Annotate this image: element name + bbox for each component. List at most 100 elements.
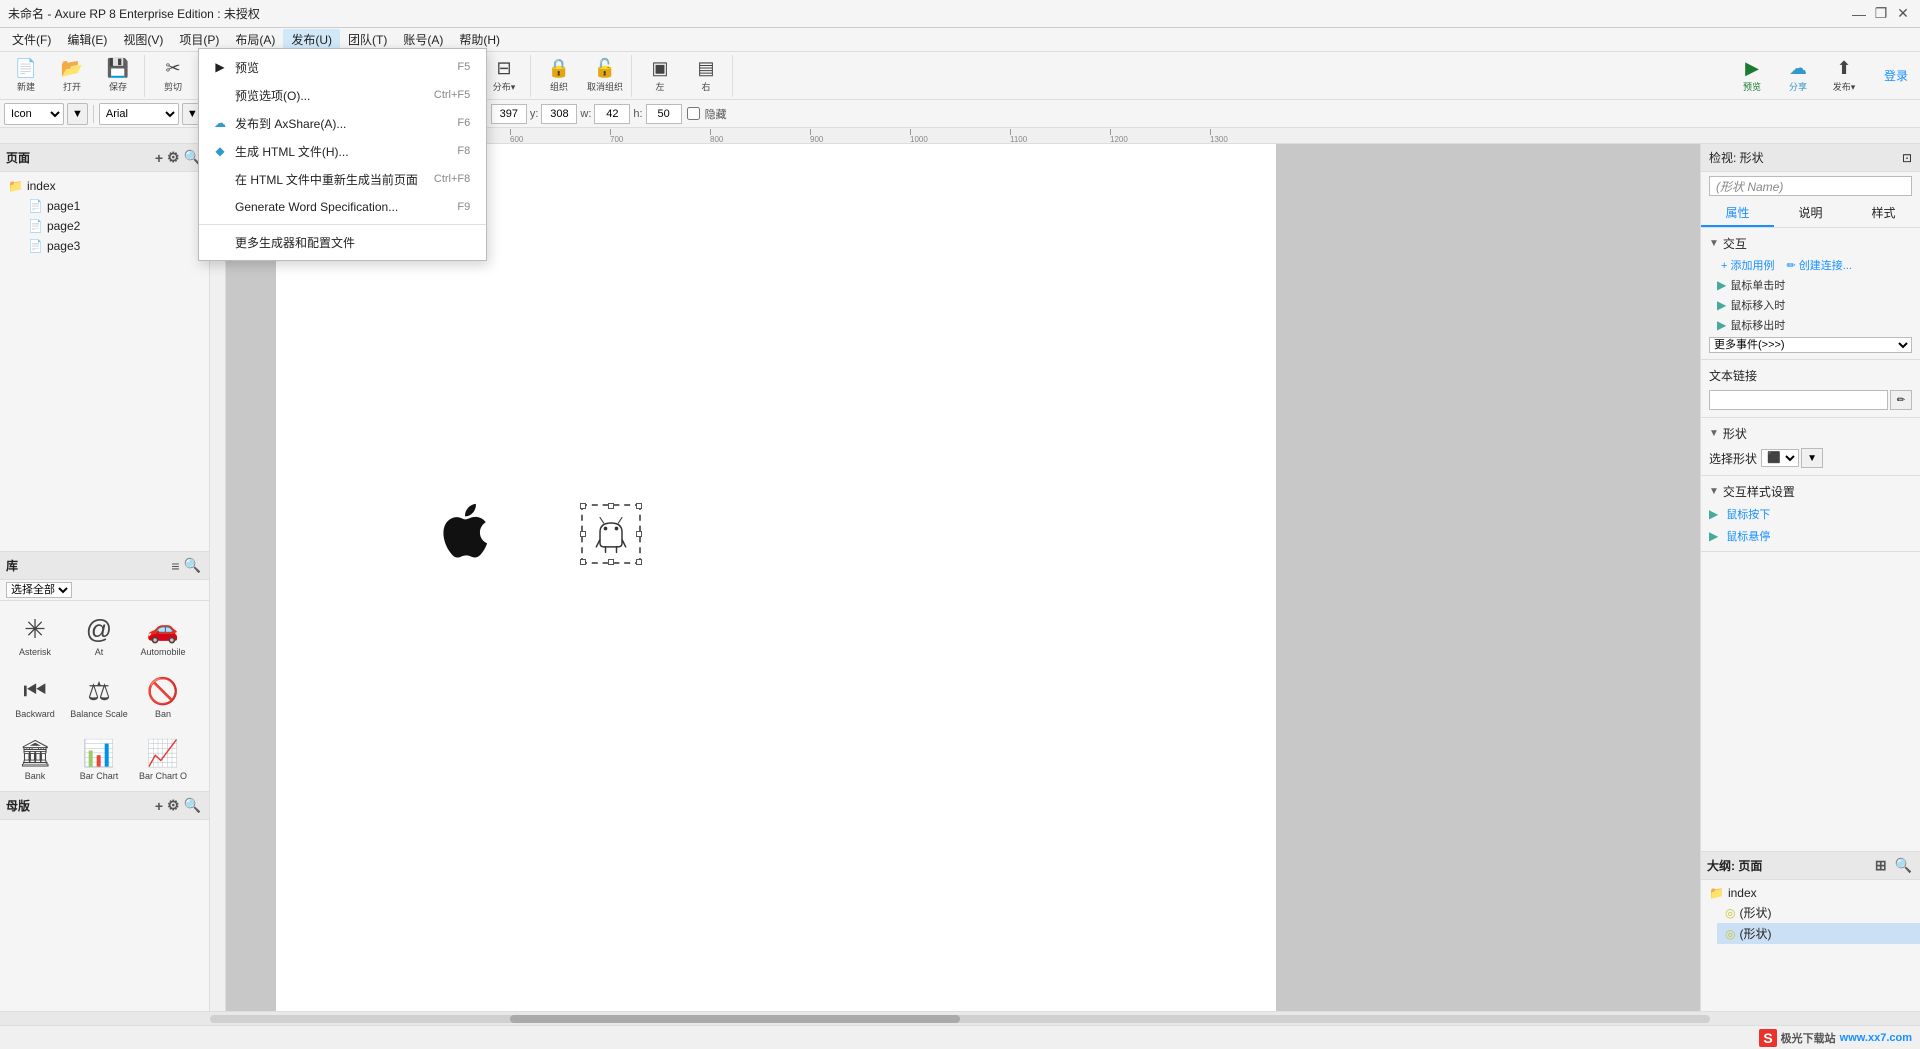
android-robot-shape[interactable] [581,504,641,564]
page-tree-item-page1[interactable]: 📄 page1 [20,196,209,216]
sel-handle-bm[interactable] [608,559,614,565]
outline-filter-icon[interactable]: ⊞ [1873,855,1889,876]
dd-more-generators[interactable]: 更多生成器和配置文件 [199,228,486,256]
outline-item-shape2[interactable]: ◎ (形状) [1717,923,1920,944]
mouse-down-link[interactable]: 鼠标按下 [1726,506,1770,522]
outline-item-index[interactable]: 📁 index [1701,884,1920,902]
master-settings-icon[interactable]: ⚙ [165,795,182,816]
y-input[interactable] [541,104,577,124]
dd-regen-html[interactable]: 在 HTML 文件中重新生成当前页面 Ctrl+F8 [199,165,486,193]
dd-preview-options[interactable]: 预览选项(O)... Ctrl+F5 [199,81,486,109]
create-link-link[interactable]: ✏ 创建连接... [1786,257,1851,273]
lib-icon-asterisk[interactable]: ✳ Asterisk [4,605,66,665]
maximize-button[interactable]: ❐ [1872,5,1890,23]
sel-handle-mr[interactable] [636,531,642,537]
dd-generate-word[interactable]: Generate Word Specification... F9 [199,193,486,221]
select-icon-button[interactable]: ▼ [67,103,88,125]
sel-handle-tm[interactable] [608,503,614,509]
lib-icon-balance-scale[interactable]: ⚖ Balance Scale [68,667,130,727]
pages-settings-icon[interactable]: ⚙ [165,147,182,168]
menu-project[interactable]: 项目(P) [171,29,227,50]
text-link-input[interactable] [1709,390,1888,410]
menu-edit[interactable]: 编辑(E) [59,29,115,50]
lib-icon-automobile[interactable]: 🚗 Automobile [132,605,194,665]
status-site-label: 极光下载站 [1781,1030,1836,1046]
menu-team[interactable]: 团队(T) [340,29,395,50]
hscroll-thumb[interactable] [510,1015,960,1023]
forward-button[interactable]: ▣左 [638,55,682,97]
menu-file[interactable]: 文件(F) [4,29,59,50]
open-button[interactable]: 📂打开 [50,55,94,97]
sel-handle-tl[interactable] [580,503,586,509]
right-panel-expand-icon[interactable]: ⊡ [1902,151,1912,165]
canvas-area[interactable] [210,144,1700,1011]
lock-button[interactable]: 🔒组织 [537,55,581,97]
dd-publish-axshare[interactable]: ☁ 发布到 AxShare(A)... F6 [199,109,486,137]
mouse-hover-link[interactable]: 鼠标悬停 [1726,528,1770,544]
unlock-button[interactable]: 🔓取消组织 [583,55,627,97]
login-button[interactable]: 登录 [1876,65,1916,86]
interaction-style-expand-icon[interactable]: ▼ [1709,486,1719,497]
dd-generate-html[interactable]: ◆ 生成 HTML 文件(H)... F8 [199,137,486,165]
shape-select-dropdown[interactable]: ⬛ [1761,449,1799,467]
save-button[interactable]: 💾保存 [96,55,140,97]
menu-help[interactable]: 帮助(H) [451,29,508,50]
align-btn[interactable]: ⊟分布▾ [482,55,526,97]
hidden-checkbox[interactable] [687,107,700,120]
library-settings-icon[interactable]: ≡ [169,556,181,576]
lib-icon-bar-chart-o[interactable]: 📈 Bar Chart O [132,729,194,789]
tab-notes[interactable]: 说明 [1774,200,1847,227]
font-dropdown[interactable]: Arial [99,103,179,125]
hscrollbar[interactable] [0,1011,1920,1025]
lib-icon-at[interactable]: @ At [68,605,130,665]
menu-publish[interactable]: 发布(U) [283,29,340,50]
page-tree-item-index[interactable]: 📁 index [0,176,209,196]
status-logo-s: S [1759,1029,1776,1047]
h-input[interactable] [646,104,682,124]
outline-item-shape1[interactable]: ◎ (形状) [1717,902,1920,923]
hscroll-track[interactable] [210,1015,1710,1023]
ruler-tick-1300: 1300 [1210,129,1310,144]
preview-toolbar-button[interactable]: ▶预览 [1730,55,1774,97]
dd-preview[interactable]: ▶ 预览 F5 [199,53,486,81]
pages-add-icon[interactable]: + [153,148,165,168]
text-link-edit-btn[interactable]: ✏ [1890,390,1912,410]
library-select-dropdown[interactable]: 选择全部 [6,582,72,598]
apple-logo-shape[interactable] [421,494,501,574]
new-button[interactable]: 📄新建 [4,55,48,97]
share-toolbar-button[interactable]: ☁分享 [1776,55,1820,97]
x-input[interactable] [491,104,527,124]
sel-handle-br[interactable] [636,559,642,565]
shape-expand-icon[interactable]: ▼ [1709,428,1719,439]
master-search-icon[interactable]: 🔍 [182,795,203,816]
menu-account[interactable]: 账号(A) [395,29,451,50]
page-tree-item-page2[interactable]: 📄 page2 [20,216,209,236]
shape-dropdown-btn[interactable]: ▼ [1801,448,1823,468]
page-tree-item-page3[interactable]: 📄 page3 [20,236,209,256]
publish-toolbar-button[interactable]: ⬆发布▾ [1822,55,1866,97]
sel-handle-tr[interactable] [636,503,642,509]
lib-icon-backward[interactable]: ⏮ Backward [4,667,66,727]
cut-button[interactable]: ✂剪切 [151,55,195,97]
menu-view[interactable]: 视图(V) [115,29,171,50]
interactions-expand-icon[interactable]: ▼ [1709,238,1719,249]
lib-icon-bank[interactable]: 🏛 Bank [4,729,66,789]
more-events-select[interactable]: 更多事件(>>>) [1709,337,1912,353]
close-button[interactable]: ✕ [1894,5,1912,23]
add-use-case-link[interactable]: + 添加用例 [1721,257,1774,273]
backward-button[interactable]: ▤右 [684,55,728,97]
tab-style[interactable]: 样式 [1847,200,1920,227]
outline-search-icon[interactable]: 🔍 [1893,855,1914,876]
menu-layout[interactable]: 布局(A) [227,29,283,50]
sel-handle-bl[interactable] [580,559,586,565]
sel-handle-ml[interactable] [580,531,586,537]
lib-icon-bar-chart[interactable]: 📊 Bar Chart [68,729,130,789]
lib-icon-ban[interactable]: 🚫 Ban [132,667,194,727]
tab-properties[interactable]: 属性 [1701,200,1774,227]
w-input[interactable] [594,104,630,124]
minimize-button[interactable]: — [1850,5,1868,23]
shape-name-input[interactable] [1709,176,1912,196]
library-search-icon[interactable]: 🔍 [182,555,203,576]
select-tool-dropdown[interactable]: Icon [4,103,64,125]
master-add-icon[interactable]: + [153,796,165,816]
